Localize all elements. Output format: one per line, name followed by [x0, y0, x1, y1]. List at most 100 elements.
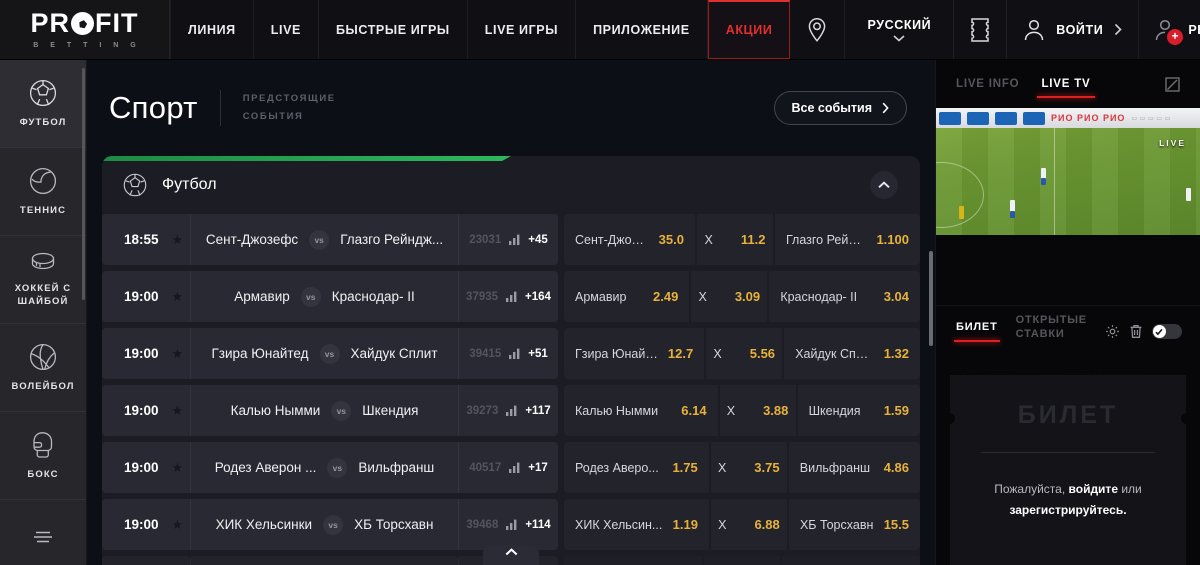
nav-label: ЛИНИЯ [188, 22, 236, 37]
odd-draw-button[interactable] [704, 556, 780, 565]
tab-label: LIVE INFO [956, 78, 1020, 90]
favorite-star-icon[interactable]: ★ [172, 346, 184, 362]
sidebar-item-ice-hockey[interactable]: ХОККЕЙ С ШАЙБОЙ [0, 236, 86, 324]
bet-slip-tabs: БИЛЕТ ОТКРЫТЫЕ СТАВКИ [936, 305, 1200, 357]
odd-home-button[interactable]: Родез Аверо... 1.75 [564, 442, 709, 493]
sidebar-scrollbar[interactable] [82, 68, 85, 300]
odd-draw-button[interactable]: X 11.2 [696, 214, 773, 265]
events-list: 18:55 ★ Сент-Джозефс vs Глазго Рейндж...… [102, 214, 920, 565]
odd-home-button[interactable]: Калью Нымми 6.14 [564, 385, 718, 436]
sidebar-item-boxing[interactable]: БОКС [0, 412, 86, 500]
tab-live-tv[interactable]: LIVE TV [1037, 66, 1095, 102]
nav-item-live[interactable]: LIVE [254, 0, 319, 59]
event-id: 23031 [469, 233, 502, 246]
ticket-icon[interactable] [954, 0, 1008, 59]
trash-icon[interactable] [1129, 324, 1143, 339]
all-events-button[interactable]: Все события [773, 91, 907, 125]
odd-draw-button[interactable]: X 6.88 [710, 499, 787, 550]
language-selector[interactable]: РУССКИЙ [845, 0, 955, 59]
sidebar-item-football[interactable]: ФУТБОЛ [0, 60, 86, 148]
match-time: 19:00 [124, 460, 159, 475]
odd-home-button[interactable] [564, 556, 702, 565]
table-row[interactable]: 18:55 ★ Сент-Джозефс vs Глазго Рейндж...… [102, 214, 920, 265]
odd-away-button[interactable] [782, 556, 920, 565]
logo-wordmark: PR FIT [30, 10, 138, 37]
favorite-star-icon[interactable]: ★ [172, 517, 184, 533]
expand-icon[interactable] [1165, 76, 1180, 92]
odd-away-button[interactable]: Краснодар- II 3.04 [769, 271, 920, 322]
content-scrollbar[interactable] [929, 251, 933, 346]
sidebar-item-table-tennis[interactable] [0, 500, 86, 565]
scroll-up-button[interactable] [483, 545, 539, 565]
odd-home-button[interactable]: Гзира Юнайт... 12.7 [564, 328, 705, 379]
odd-draw-value: 5.56 [749, 346, 776, 361]
odd-draw-label: X [717, 460, 727, 475]
football-icon [122, 172, 148, 198]
live-tv-video[interactable]: РИО РИО РИО ▭ ▭ ▭ ▭ ▭ LIVE [936, 108, 1200, 235]
odd-away-button[interactable]: Вильфранш 4.86 [788, 442, 920, 493]
odd-draw-button[interactable]: X 3.88 [719, 385, 796, 436]
nav-item-app[interactable]: ПРИЛОЖЕНИЕ [576, 0, 708, 59]
odd-home-button[interactable]: ХИК Хельсин... 1.19 [564, 499, 709, 550]
odd-away-button[interactable]: Шкендия 1.59 [797, 385, 920, 436]
match-teams-cell: Армавир vs Краснодар- II [190, 271, 458, 322]
odd-draw-button[interactable]: X 3.09 [691, 271, 768, 322]
match-stats-cell[interactable]: 37935 +164 [458, 271, 558, 322]
gear-icon[interactable] [1105, 324, 1120, 339]
plus-badge: + [1167, 28, 1184, 45]
tab-bet-slip[interactable]: БИЛЕТ [954, 321, 1000, 342]
sidebar-item-volleyball[interactable]: ВОЛЕЙБОЛ [0, 324, 86, 412]
odd-away-value: 1.32 [883, 346, 909, 361]
favorite-star-icon[interactable]: ★ [172, 289, 184, 305]
favorite-star-icon[interactable]: ★ [172, 403, 184, 419]
odd-draw-button[interactable]: X 5.56 [706, 328, 783, 379]
nav-item-liniya[interactable]: ЛИНИЯ [170, 0, 254, 59]
match-stats-cell[interactable]: 39468 +114 [458, 499, 558, 550]
quick-bet-toggle[interactable] [1151, 324, 1182, 339]
nav-item-live-games[interactable]: LIVE ИГРЫ [468, 0, 577, 59]
login-link[interactable]: войдите [1069, 482, 1118, 496]
table-row[interactable]: 19:00 ★ ХИК Хельсинки vs ХБ Торсхавн 394… [102, 499, 920, 550]
match-stats-cell[interactable]: 40517 +17 [458, 442, 558, 493]
match-stats-cell[interactable]: 39273 +117 [458, 385, 558, 436]
register-link[interactable]: зарегистрируйтесь. [1009, 503, 1126, 517]
user-add-icon: + [1155, 18, 1184, 45]
login-button[interactable]: ВОЙТИ [1007, 0, 1140, 59]
nav-item-promotions[interactable]: АКЦИИ [707, 0, 791, 59]
match-stats-cell[interactable]: 39415 +51 [458, 328, 558, 379]
odd-draw-button[interactable]: X 3.75 [710, 442, 787, 493]
table-row[interactable]: 19:00 ★ Калью Нымми vs Шкендия 39273 +11… [102, 385, 920, 436]
event-id: 39468 [466, 518, 499, 531]
team-home: Армавир [234, 289, 290, 304]
page-subtitle-line2: СОБЫТИЯ [242, 111, 304, 122]
favorite-star-icon[interactable]: ★ [172, 460, 184, 476]
table-row[interactable]: 19:00 ★ Гзира Юнайтед vs Хайдук Сплит 39… [102, 328, 920, 379]
odd-away-button[interactable]: Глазго Рейнд... 1.100 [774, 214, 920, 265]
match-stats-cell[interactable]: 23031 +45 [458, 214, 558, 265]
odd-away-button[interactable]: Хайдук Сплит 1.32 [784, 328, 920, 379]
odds-group: Сент-Джозе... 35.0 X 11.2 Глазго Рейнд..… [564, 214, 920, 265]
event-id: 40517 [469, 461, 502, 474]
odds-group: Калью Нымми 6.14 X 3.88 Шкендия 1.59 [564, 385, 920, 436]
table-row[interactable]: 19:00 ★ Армавир vs Краснодар- II 37935 +… [102, 271, 920, 322]
location-pin-icon[interactable] [790, 0, 846, 59]
table-row[interactable]: 19:00 ★ Родез Аверон ... vs Вильфранш 40… [102, 442, 920, 493]
favorite-star-icon[interactable]: ★ [172, 232, 184, 248]
logo[interactable]: PR FIT B E T T I N G [0, 0, 170, 59]
tab-live-info[interactable]: LIVE INFO [956, 66, 1019, 102]
sidebar-item-label: ХОККЕЙ С ШАЙБОЙ [14, 283, 72, 307]
sidebar-item-tennis[interactable]: ТЕННИС [0, 148, 86, 236]
odd-away-button[interactable]: ХБ Торсхавн 15.5 [788, 499, 920, 550]
pitch-line [1054, 128, 1055, 235]
collapse-toggle-button[interactable] [870, 171, 898, 199]
odd-home-button[interactable]: Сент-Джозе... 35.0 [564, 214, 695, 265]
right-panel: LIVE INFO LIVE TV РИО РИО РИО ▭ ▭ ▭ ▭ ▭ … [935, 60, 1200, 565]
tab-open-bets[interactable]: ОТКРЫТЫЕ СТАВКИ [1016, 314, 1087, 349]
register-button[interactable]: + РЕГИСТРАЦИЯ [1139, 0, 1200, 59]
nav-item-fast-games[interactable]: БЫСТРЫЕ ИГРЫ [319, 0, 468, 59]
ticket-notch-left [944, 413, 955, 424]
bet-slip-ticket: БИЛЕТ Пожалуйста, войдите или зарегистри… [944, 367, 1192, 565]
odd-home-value: 2.49 [653, 289, 679, 304]
ticket-notch-right [1181, 413, 1192, 424]
odd-home-button[interactable]: Армавир 2.49 [564, 271, 690, 322]
